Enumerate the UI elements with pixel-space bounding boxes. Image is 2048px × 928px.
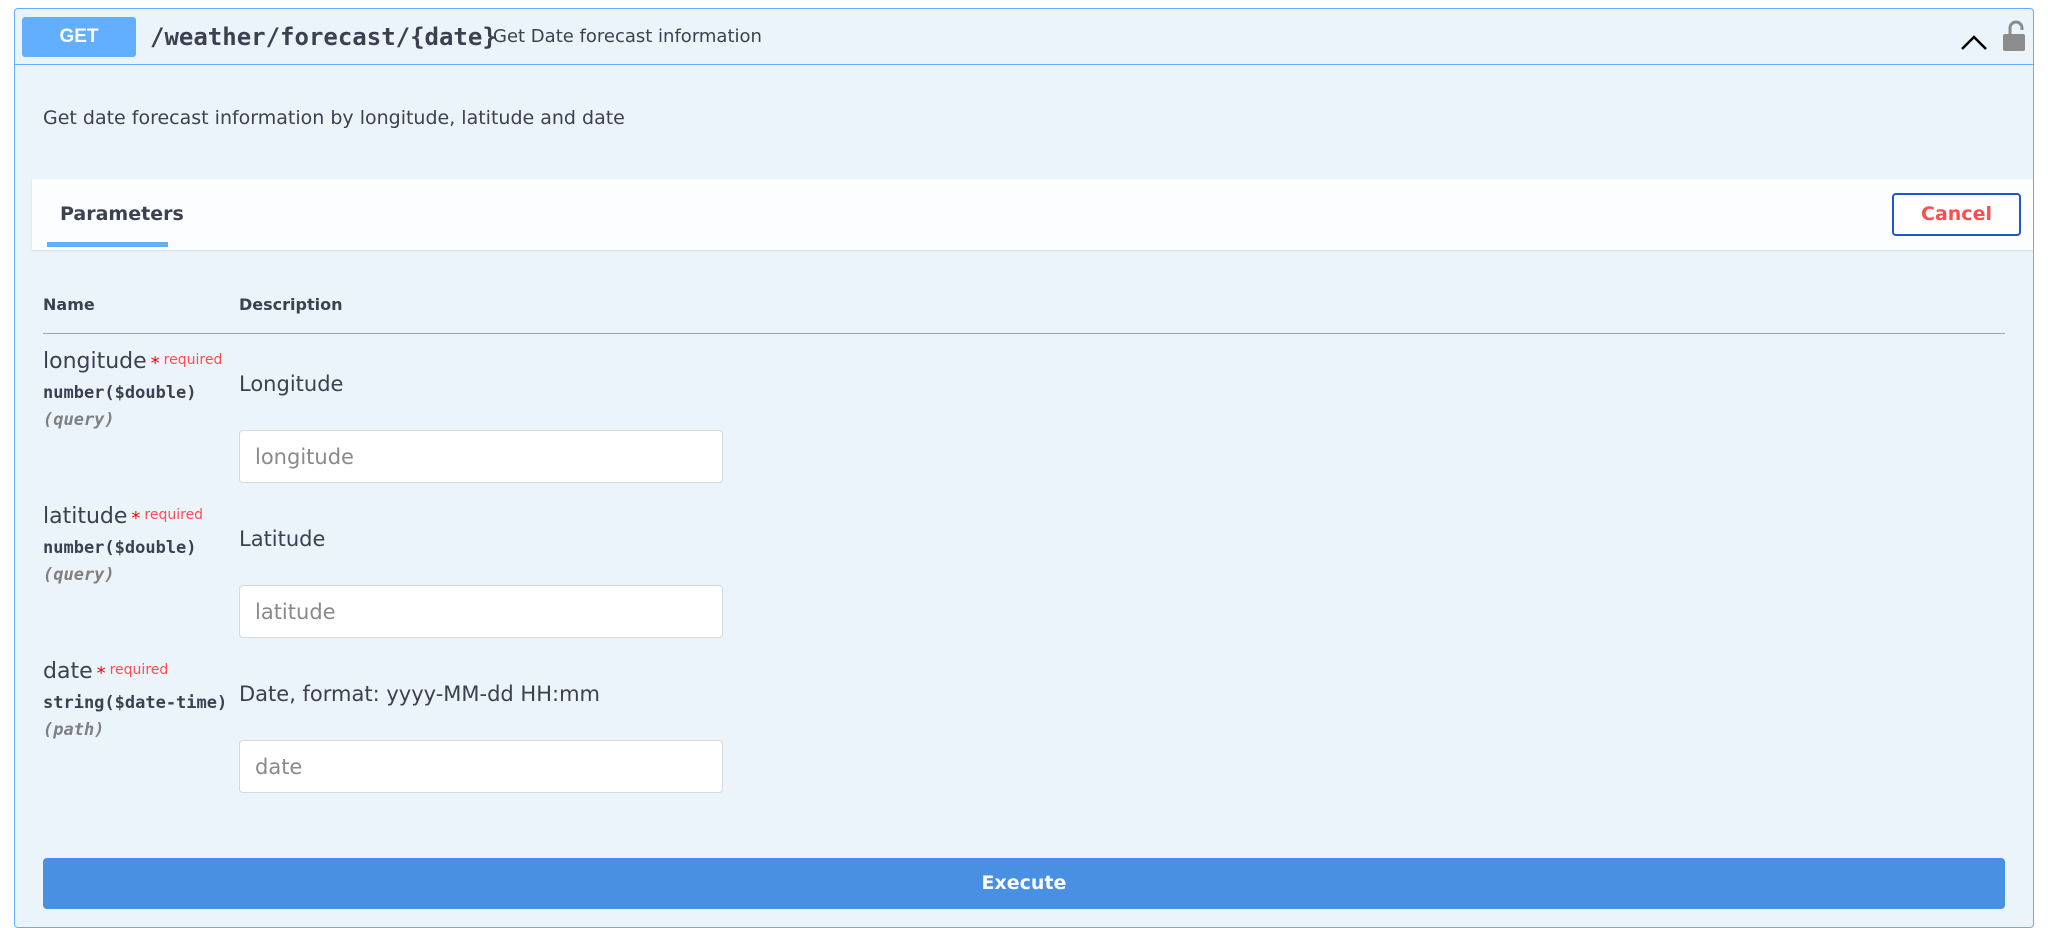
operation-path: /weather/forecast/{date} xyxy=(150,23,497,51)
chevron-up-icon[interactable] xyxy=(1954,25,1994,55)
required-label: required xyxy=(109,662,169,678)
param-description-latitude: Latitude xyxy=(239,527,326,551)
param-type-latitude: number($double) xyxy=(43,538,197,558)
operation-description: Get date forecast information by longitu… xyxy=(43,107,625,129)
date-input[interactable] xyxy=(239,740,723,793)
operation-summary[interactable]: GET /weather/forecast/{date} Get Date fo… xyxy=(15,9,2033,65)
method-badge: GET xyxy=(22,17,136,57)
operation-summary-text: Get Date forecast information xyxy=(493,26,762,47)
param-in-longitude: (query) xyxy=(43,410,115,430)
param-name-longitude: longitude * required xyxy=(43,347,222,377)
lock-icon[interactable] xyxy=(1999,19,2029,53)
required-star: * xyxy=(150,353,160,374)
column-header-description: Description xyxy=(239,295,343,314)
latitude-input[interactable] xyxy=(239,585,723,638)
param-in-latitude: (query) xyxy=(43,565,115,585)
param-name-latitude: latitude * required xyxy=(43,502,203,532)
tab-parameters[interactable]: Parameters xyxy=(60,199,184,229)
param-name-text: date xyxy=(43,659,93,684)
param-name-text: longitude xyxy=(43,349,147,374)
param-type-longitude: number($double) xyxy=(43,383,197,403)
param-description-longitude: Longitude xyxy=(239,372,344,396)
execute-button[interactable]: Execute xyxy=(43,858,2005,909)
required-star: * xyxy=(96,663,106,684)
param-type-date: string($date-time) xyxy=(43,693,228,713)
param-description-date: Date, format: yyyy-MM-dd HH:mm xyxy=(239,682,600,706)
longitude-input[interactable] xyxy=(239,430,723,483)
param-name-text: latitude xyxy=(43,504,128,529)
param-in-date: (path) xyxy=(43,720,105,740)
required-star: * xyxy=(131,508,141,529)
header-divider xyxy=(43,333,2005,334)
cancel-button[interactable]: Cancel xyxy=(1892,193,2021,236)
operation-block: GET /weather/forecast/{date} Get Date fo… xyxy=(14,8,2034,928)
parameters-section-header: Parameters Cancel xyxy=(32,179,2033,250)
required-label: required xyxy=(163,352,223,368)
param-name-date: date * required xyxy=(43,657,168,687)
tab-active-indicator xyxy=(47,242,168,247)
required-label: required xyxy=(144,507,204,523)
column-header-name: Name xyxy=(43,295,95,314)
